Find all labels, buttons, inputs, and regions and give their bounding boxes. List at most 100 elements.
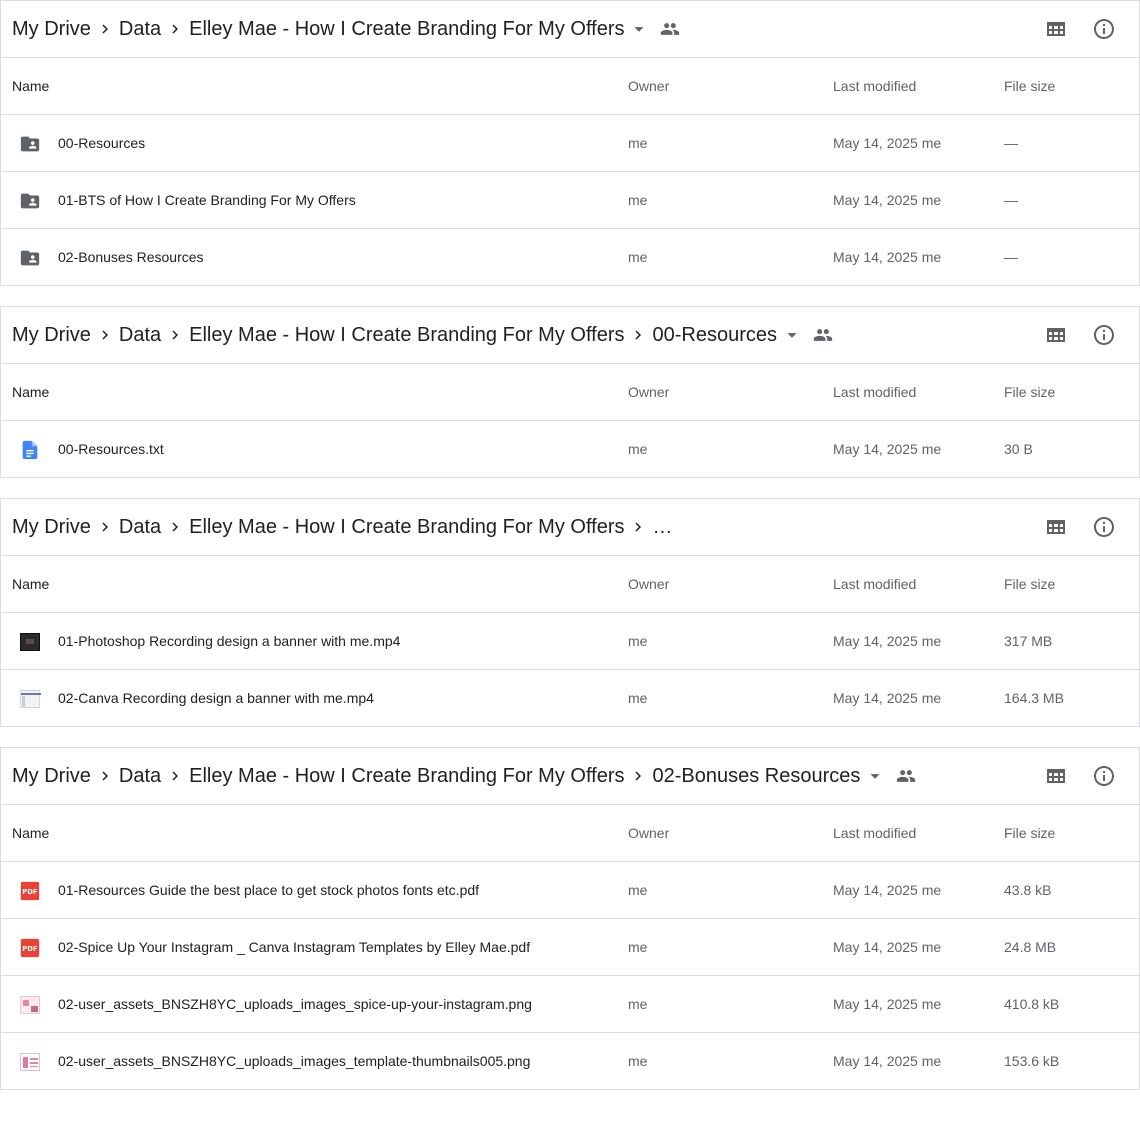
breadcrumb-item-data[interactable]: Data: [119, 17, 161, 41]
table-row[interactable]: 02-user_assets_BNSZH8YC_uploads_images_s…: [1, 976, 1139, 1033]
pdf-icon: [19, 937, 41, 959]
drive-panel-bonuses: My Drive Data Elley Mae - How I Create B…: [0, 747, 1140, 1090]
file-owner: me: [628, 192, 648, 208]
image-thumbnail-icon: [19, 994, 41, 1016]
breadcrumb-item-data[interactable]: Data: [119, 764, 161, 788]
file-name: 02-Canva Recording design a banner with …: [58, 690, 374, 706]
column-last-modified[interactable]: Last modified: [833, 58, 916, 114]
breadcrumb-item-my-drive[interactable]: My Drive: [12, 515, 91, 539]
file-modified: May 14, 2025 me: [833, 441, 942, 457]
table-row[interactable]: 02-Canva Recording design a banner with …: [1, 670, 1139, 727]
grid-view-button[interactable]: [1032, 503, 1080, 551]
chevron-right-icon: [91, 764, 119, 788]
breadcrumb-item-parent[interactable]: Elley Mae - How I Create Branding For My…: [189, 323, 624, 347]
grid-view-button[interactable]: [1032, 5, 1080, 53]
breadcrumb: My Drive Data Elley Mae - How I Create B…: [12, 323, 837, 347]
info-button[interactable]: [1080, 311, 1128, 359]
table-row[interactable]: 00-Resources me May 14, 2025 me —: [1, 115, 1139, 172]
file-size: —: [1004, 192, 1018, 208]
caret-down-icon[interactable]: [862, 764, 888, 788]
chevron-right-icon: [161, 764, 189, 788]
grid-view-icon: [1044, 764, 1068, 788]
caret-down-icon[interactable]: [779, 323, 805, 347]
people-icon: [656, 17, 684, 41]
column-header: Name Owner Last modified File size: [1, 364, 1139, 421]
column-last-modified[interactable]: Last modified: [833, 364, 916, 420]
column-header: Name Owner Last modified File size: [1, 58, 1139, 115]
breadcrumb: My Drive Data Elley Mae - How I Create B…: [12, 17, 684, 41]
shared-folder-icon: [19, 133, 41, 155]
file-owner: me: [628, 135, 648, 151]
file-name: 00-Resources.txt: [58, 441, 164, 457]
info-button[interactable]: [1080, 503, 1128, 551]
panel-header: My Drive Data Elley Mae - How I Create B…: [1, 1, 1139, 58]
header-actions: [1032, 307, 1139, 363]
drive-panel-root: My Drive Data Elley Mae - How I Create B…: [0, 0, 1140, 286]
table-row[interactable]: 01-BTS of How I Create Branding For My O…: [1, 172, 1139, 229]
doc-icon: [19, 439, 41, 461]
breadcrumb-item-current[interactable]: Elley Mae - How I Create Branding For My…: [189, 17, 624, 41]
table-row[interactable]: 01-Photoshop Recording design a banner w…: [1, 613, 1139, 670]
file-owner: me: [628, 1053, 648, 1069]
column-last-modified[interactable]: Last modified: [833, 805, 916, 861]
breadcrumb-ellipsis[interactable]: …: [652, 515, 672, 539]
breadcrumb-item-parent[interactable]: Elley Mae - How I Create Branding For My…: [189, 764, 624, 788]
info-button[interactable]: [1080, 5, 1128, 53]
column-name[interactable]: Name: [12, 556, 49, 612]
breadcrumb-item-data[interactable]: Data: [119, 323, 161, 347]
table-row[interactable]: 01-Resources Guide the best place to get…: [1, 862, 1139, 919]
column-file-size[interactable]: File size: [1004, 805, 1055, 861]
file-owner: me: [628, 939, 648, 955]
table-row[interactable]: 00-Resources.txt me May 14, 2025 me 30 B: [1, 421, 1139, 478]
file-name: 01-Photoshop Recording design a banner w…: [58, 633, 401, 649]
column-file-size[interactable]: File size: [1004, 556, 1055, 612]
file-modified: May 14, 2025 me: [833, 135, 942, 151]
file-owner: me: [628, 441, 648, 457]
column-name[interactable]: Name: [12, 364, 49, 420]
file-modified: May 14, 2025 me: [833, 192, 942, 208]
file-name: 01-BTS of How I Create Branding For My O…: [58, 192, 356, 208]
file-name: 02-user_assets_BNSZH8YC_uploads_images_s…: [58, 996, 532, 1012]
column-file-size[interactable]: File size: [1004, 58, 1055, 114]
caret-down-icon[interactable]: [626, 17, 652, 41]
file-modified: May 14, 2025 me: [833, 690, 942, 706]
video-thumbnail-icon: [19, 631, 41, 653]
table-row[interactable]: 02-user_assets_BNSZH8YC_uploads_images_t…: [1, 1033, 1139, 1090]
people-icon: [809, 323, 837, 347]
chevron-right-icon: [161, 17, 189, 41]
file-modified: May 14, 2025 me: [833, 249, 942, 265]
column-file-size[interactable]: File size: [1004, 364, 1055, 420]
column-header: Name Owner Last modified File size: [1, 805, 1139, 862]
grid-view-button[interactable]: [1032, 311, 1080, 359]
file-name: 02-user_assets_BNSZH8YC_uploads_images_t…: [58, 1053, 531, 1069]
breadcrumb-item-parent[interactable]: Elley Mae - How I Create Branding For My…: [189, 515, 624, 539]
breadcrumb-item-my-drive[interactable]: My Drive: [12, 764, 91, 788]
chevron-right-icon: [91, 323, 119, 347]
file-name: 01-Resources Guide the best place to get…: [58, 882, 480, 898]
chevron-right-icon: [91, 515, 119, 539]
column-name[interactable]: Name: [12, 58, 49, 114]
file-name: 02-Bonuses Resources: [58, 249, 204, 265]
file-size: 153.6 kB: [1004, 1053, 1060, 1069]
table-row[interactable]: 02-Spice Up Your Instagram _ Canva Insta…: [1, 919, 1139, 976]
file-size: 164.3 MB: [1004, 690, 1064, 706]
header-actions: [1032, 1, 1139, 57]
info-button[interactable]: [1080, 752, 1128, 800]
breadcrumb-item-data[interactable]: Data: [119, 515, 161, 539]
breadcrumb: My Drive Data Elley Mae - How I Create B…: [12, 764, 920, 788]
file-size: 30 B: [1004, 441, 1033, 457]
breadcrumb-item-current[interactable]: 00-Resources: [652, 323, 777, 347]
breadcrumb-item-my-drive[interactable]: My Drive: [12, 17, 91, 41]
people-icon: [892, 764, 920, 788]
file-modified: May 14, 2025 me: [833, 882, 942, 898]
table-row[interactable]: 02-Bonuses Resources me May 14, 2025 me …: [1, 229, 1139, 286]
breadcrumb-item-my-drive[interactable]: My Drive: [12, 323, 91, 347]
column-last-modified[interactable]: Last modified: [833, 556, 916, 612]
chevron-right-icon: [624, 323, 652, 347]
breadcrumb-item-current[interactable]: 02-Bonuses Resources: [652, 764, 860, 788]
file-modified: May 14, 2025 me: [833, 633, 942, 649]
file-name: 00-Resources: [58, 135, 146, 151]
column-owner: Owner: [628, 576, 670, 592]
grid-view-button[interactable]: [1032, 752, 1080, 800]
column-name[interactable]: Name: [12, 805, 49, 861]
